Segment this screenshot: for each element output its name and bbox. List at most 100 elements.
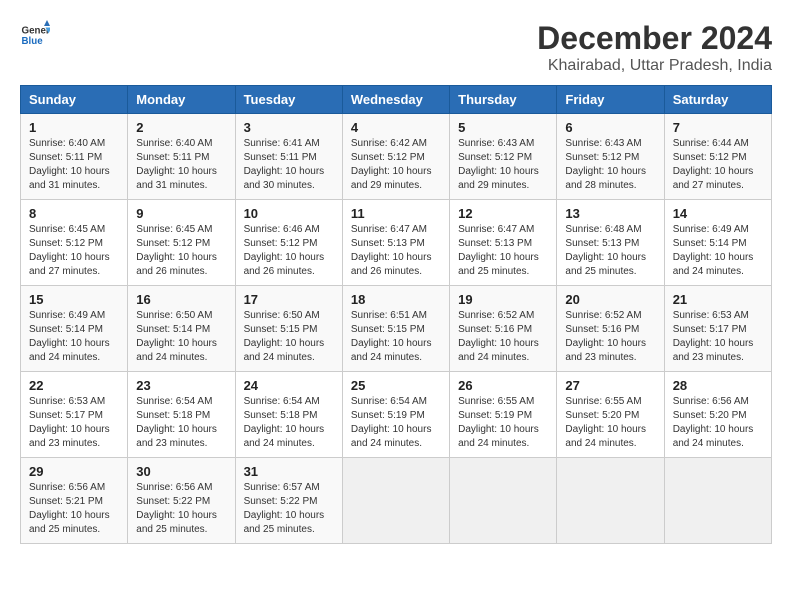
calendar-cell: 20 Sunrise: 6:52 AM Sunset: 5:16 PM Dayl… [557,286,664,372]
day-number: 18 [351,292,441,307]
day-number: 8 [29,206,119,221]
main-title: December 2024 [537,20,772,57]
calendar-cell: 24 Sunrise: 6:54 AM Sunset: 5:18 PM Dayl… [235,372,342,458]
day-info: Sunrise: 6:54 AM Sunset: 5:19 PM Dayligh… [351,395,441,451]
calendar-body: 1 Sunrise: 6:40 AM Sunset: 5:11 PM Dayli… [21,114,772,544]
day-number: 9 [136,206,226,221]
day-number: 17 [244,292,334,307]
day-info: Sunrise: 6:55 AM Sunset: 5:20 PM Dayligh… [565,395,655,451]
day-info: Sunrise: 6:53 AM Sunset: 5:17 PM Dayligh… [29,395,119,451]
weekday-header-monday: Monday [128,86,235,114]
calendar-cell: 3 Sunrise: 6:41 AM Sunset: 5:11 PM Dayli… [235,114,342,200]
svg-text:Blue: Blue [22,36,44,47]
calendar-cell: 17 Sunrise: 6:50 AM Sunset: 5:15 PM Dayl… [235,286,342,372]
day-info: Sunrise: 6:55 AM Sunset: 5:19 PM Dayligh… [458,395,548,451]
calendar-cell: 31 Sunrise: 6:57 AM Sunset: 5:22 PM Dayl… [235,458,342,544]
day-number: 3 [244,120,334,135]
day-number: 13 [565,206,655,221]
calendar-cell: 19 Sunrise: 6:52 AM Sunset: 5:16 PM Dayl… [450,286,557,372]
calendar-table: SundayMondayTuesdayWednesdayThursdayFrid… [20,85,772,544]
calendar-cell: 7 Sunrise: 6:44 AM Sunset: 5:12 PM Dayli… [664,114,771,200]
calendar-cell [664,458,771,544]
day-info: Sunrise: 6:47 AM Sunset: 5:13 PM Dayligh… [351,223,441,279]
calendar-cell: 1 Sunrise: 6:40 AM Sunset: 5:11 PM Dayli… [21,114,128,200]
day-number: 26 [458,378,548,393]
day-info: Sunrise: 6:41 AM Sunset: 5:11 PM Dayligh… [244,137,334,193]
weekday-header-saturday: Saturday [664,86,771,114]
calendar-cell [342,458,449,544]
day-number: 19 [458,292,548,307]
day-info: Sunrise: 6:50 AM Sunset: 5:14 PM Dayligh… [136,309,226,365]
calendar-cell: 29 Sunrise: 6:56 AM Sunset: 5:21 PM Dayl… [21,458,128,544]
calendar-cell: 26 Sunrise: 6:55 AM Sunset: 5:19 PM Dayl… [450,372,557,458]
day-number: 15 [29,292,119,307]
calendar-cell [557,458,664,544]
day-number: 30 [136,464,226,479]
calendar-cell: 25 Sunrise: 6:54 AM Sunset: 5:19 PM Dayl… [342,372,449,458]
day-number: 24 [244,378,334,393]
calendar-week-2: 8 Sunrise: 6:45 AM Sunset: 5:12 PM Dayli… [21,200,772,286]
day-number: 11 [351,206,441,221]
calendar-cell: 6 Sunrise: 6:43 AM Sunset: 5:12 PM Dayli… [557,114,664,200]
day-number: 14 [673,206,763,221]
svg-text:General: General [22,26,51,37]
weekday-header-thursday: Thursday [450,86,557,114]
calendar-week-1: 1 Sunrise: 6:40 AM Sunset: 5:11 PM Dayli… [21,114,772,200]
header: General Blue December 2024 Khairabad, Ut… [20,20,772,75]
logo-icon: General Blue [20,20,50,50]
day-info: Sunrise: 6:43 AM Sunset: 5:12 PM Dayligh… [458,137,548,193]
day-info: Sunrise: 6:52 AM Sunset: 5:16 PM Dayligh… [458,309,548,365]
calendar-cell: 12 Sunrise: 6:47 AM Sunset: 5:13 PM Dayl… [450,200,557,286]
calendar-cell: 21 Sunrise: 6:53 AM Sunset: 5:17 PM Dayl… [664,286,771,372]
day-number: 25 [351,378,441,393]
day-info: Sunrise: 6:56 AM Sunset: 5:22 PM Dayligh… [136,481,226,537]
day-info: Sunrise: 6:54 AM Sunset: 5:18 PM Dayligh… [244,395,334,451]
calendar-cell: 15 Sunrise: 6:49 AM Sunset: 5:14 PM Dayl… [21,286,128,372]
calendar-cell: 10 Sunrise: 6:46 AM Sunset: 5:12 PM Dayl… [235,200,342,286]
day-info: Sunrise: 6:51 AM Sunset: 5:15 PM Dayligh… [351,309,441,365]
day-number: 7 [673,120,763,135]
calendar-cell: 2 Sunrise: 6:40 AM Sunset: 5:11 PM Dayli… [128,114,235,200]
day-number: 28 [673,378,763,393]
calendar-cell: 18 Sunrise: 6:51 AM Sunset: 5:15 PM Dayl… [342,286,449,372]
day-number: 5 [458,120,548,135]
day-number: 2 [136,120,226,135]
subtitle: Khairabad, Uttar Pradesh, India [537,57,772,75]
day-info: Sunrise: 6:49 AM Sunset: 5:14 PM Dayligh… [673,223,763,279]
title-area: December 2024 Khairabad, Uttar Pradesh, … [537,20,772,75]
day-info: Sunrise: 6:53 AM Sunset: 5:17 PM Dayligh… [673,309,763,365]
calendar-cell: 14 Sunrise: 6:49 AM Sunset: 5:14 PM Dayl… [664,200,771,286]
calendar-week-3: 15 Sunrise: 6:49 AM Sunset: 5:14 PM Dayl… [21,286,772,372]
day-info: Sunrise: 6:54 AM Sunset: 5:18 PM Dayligh… [136,395,226,451]
day-number: 23 [136,378,226,393]
day-info: Sunrise: 6:50 AM Sunset: 5:15 PM Dayligh… [244,309,334,365]
calendar-cell: 22 Sunrise: 6:53 AM Sunset: 5:17 PM Dayl… [21,372,128,458]
day-info: Sunrise: 6:45 AM Sunset: 5:12 PM Dayligh… [136,223,226,279]
day-number: 22 [29,378,119,393]
day-info: Sunrise: 6:40 AM Sunset: 5:11 PM Dayligh… [29,137,119,193]
day-number: 10 [244,206,334,221]
calendar-cell: 30 Sunrise: 6:56 AM Sunset: 5:22 PM Dayl… [128,458,235,544]
calendar-cell: 27 Sunrise: 6:55 AM Sunset: 5:20 PM Dayl… [557,372,664,458]
day-info: Sunrise: 6:46 AM Sunset: 5:12 PM Dayligh… [244,223,334,279]
day-number: 16 [136,292,226,307]
calendar-cell: 8 Sunrise: 6:45 AM Sunset: 5:12 PM Dayli… [21,200,128,286]
day-number: 6 [565,120,655,135]
calendar-week-5: 29 Sunrise: 6:56 AM Sunset: 5:21 PM Dayl… [21,458,772,544]
day-info: Sunrise: 6:40 AM Sunset: 5:11 PM Dayligh… [136,137,226,193]
calendar-cell: 16 Sunrise: 6:50 AM Sunset: 5:14 PM Dayl… [128,286,235,372]
day-info: Sunrise: 6:56 AM Sunset: 5:21 PM Dayligh… [29,481,119,537]
calendar-cell: 11 Sunrise: 6:47 AM Sunset: 5:13 PM Dayl… [342,200,449,286]
weekday-header-sunday: Sunday [21,86,128,114]
day-info: Sunrise: 6:44 AM Sunset: 5:12 PM Dayligh… [673,137,763,193]
calendar-week-4: 22 Sunrise: 6:53 AM Sunset: 5:17 PM Dayl… [21,372,772,458]
day-info: Sunrise: 6:48 AM Sunset: 5:13 PM Dayligh… [565,223,655,279]
day-info: Sunrise: 6:43 AM Sunset: 5:12 PM Dayligh… [565,137,655,193]
weekday-header-wednesday: Wednesday [342,86,449,114]
day-number: 4 [351,120,441,135]
day-number: 31 [244,464,334,479]
day-info: Sunrise: 6:42 AM Sunset: 5:12 PM Dayligh… [351,137,441,193]
calendar-cell: 5 Sunrise: 6:43 AM Sunset: 5:12 PM Dayli… [450,114,557,200]
day-number: 27 [565,378,655,393]
day-info: Sunrise: 6:57 AM Sunset: 5:22 PM Dayligh… [244,481,334,537]
